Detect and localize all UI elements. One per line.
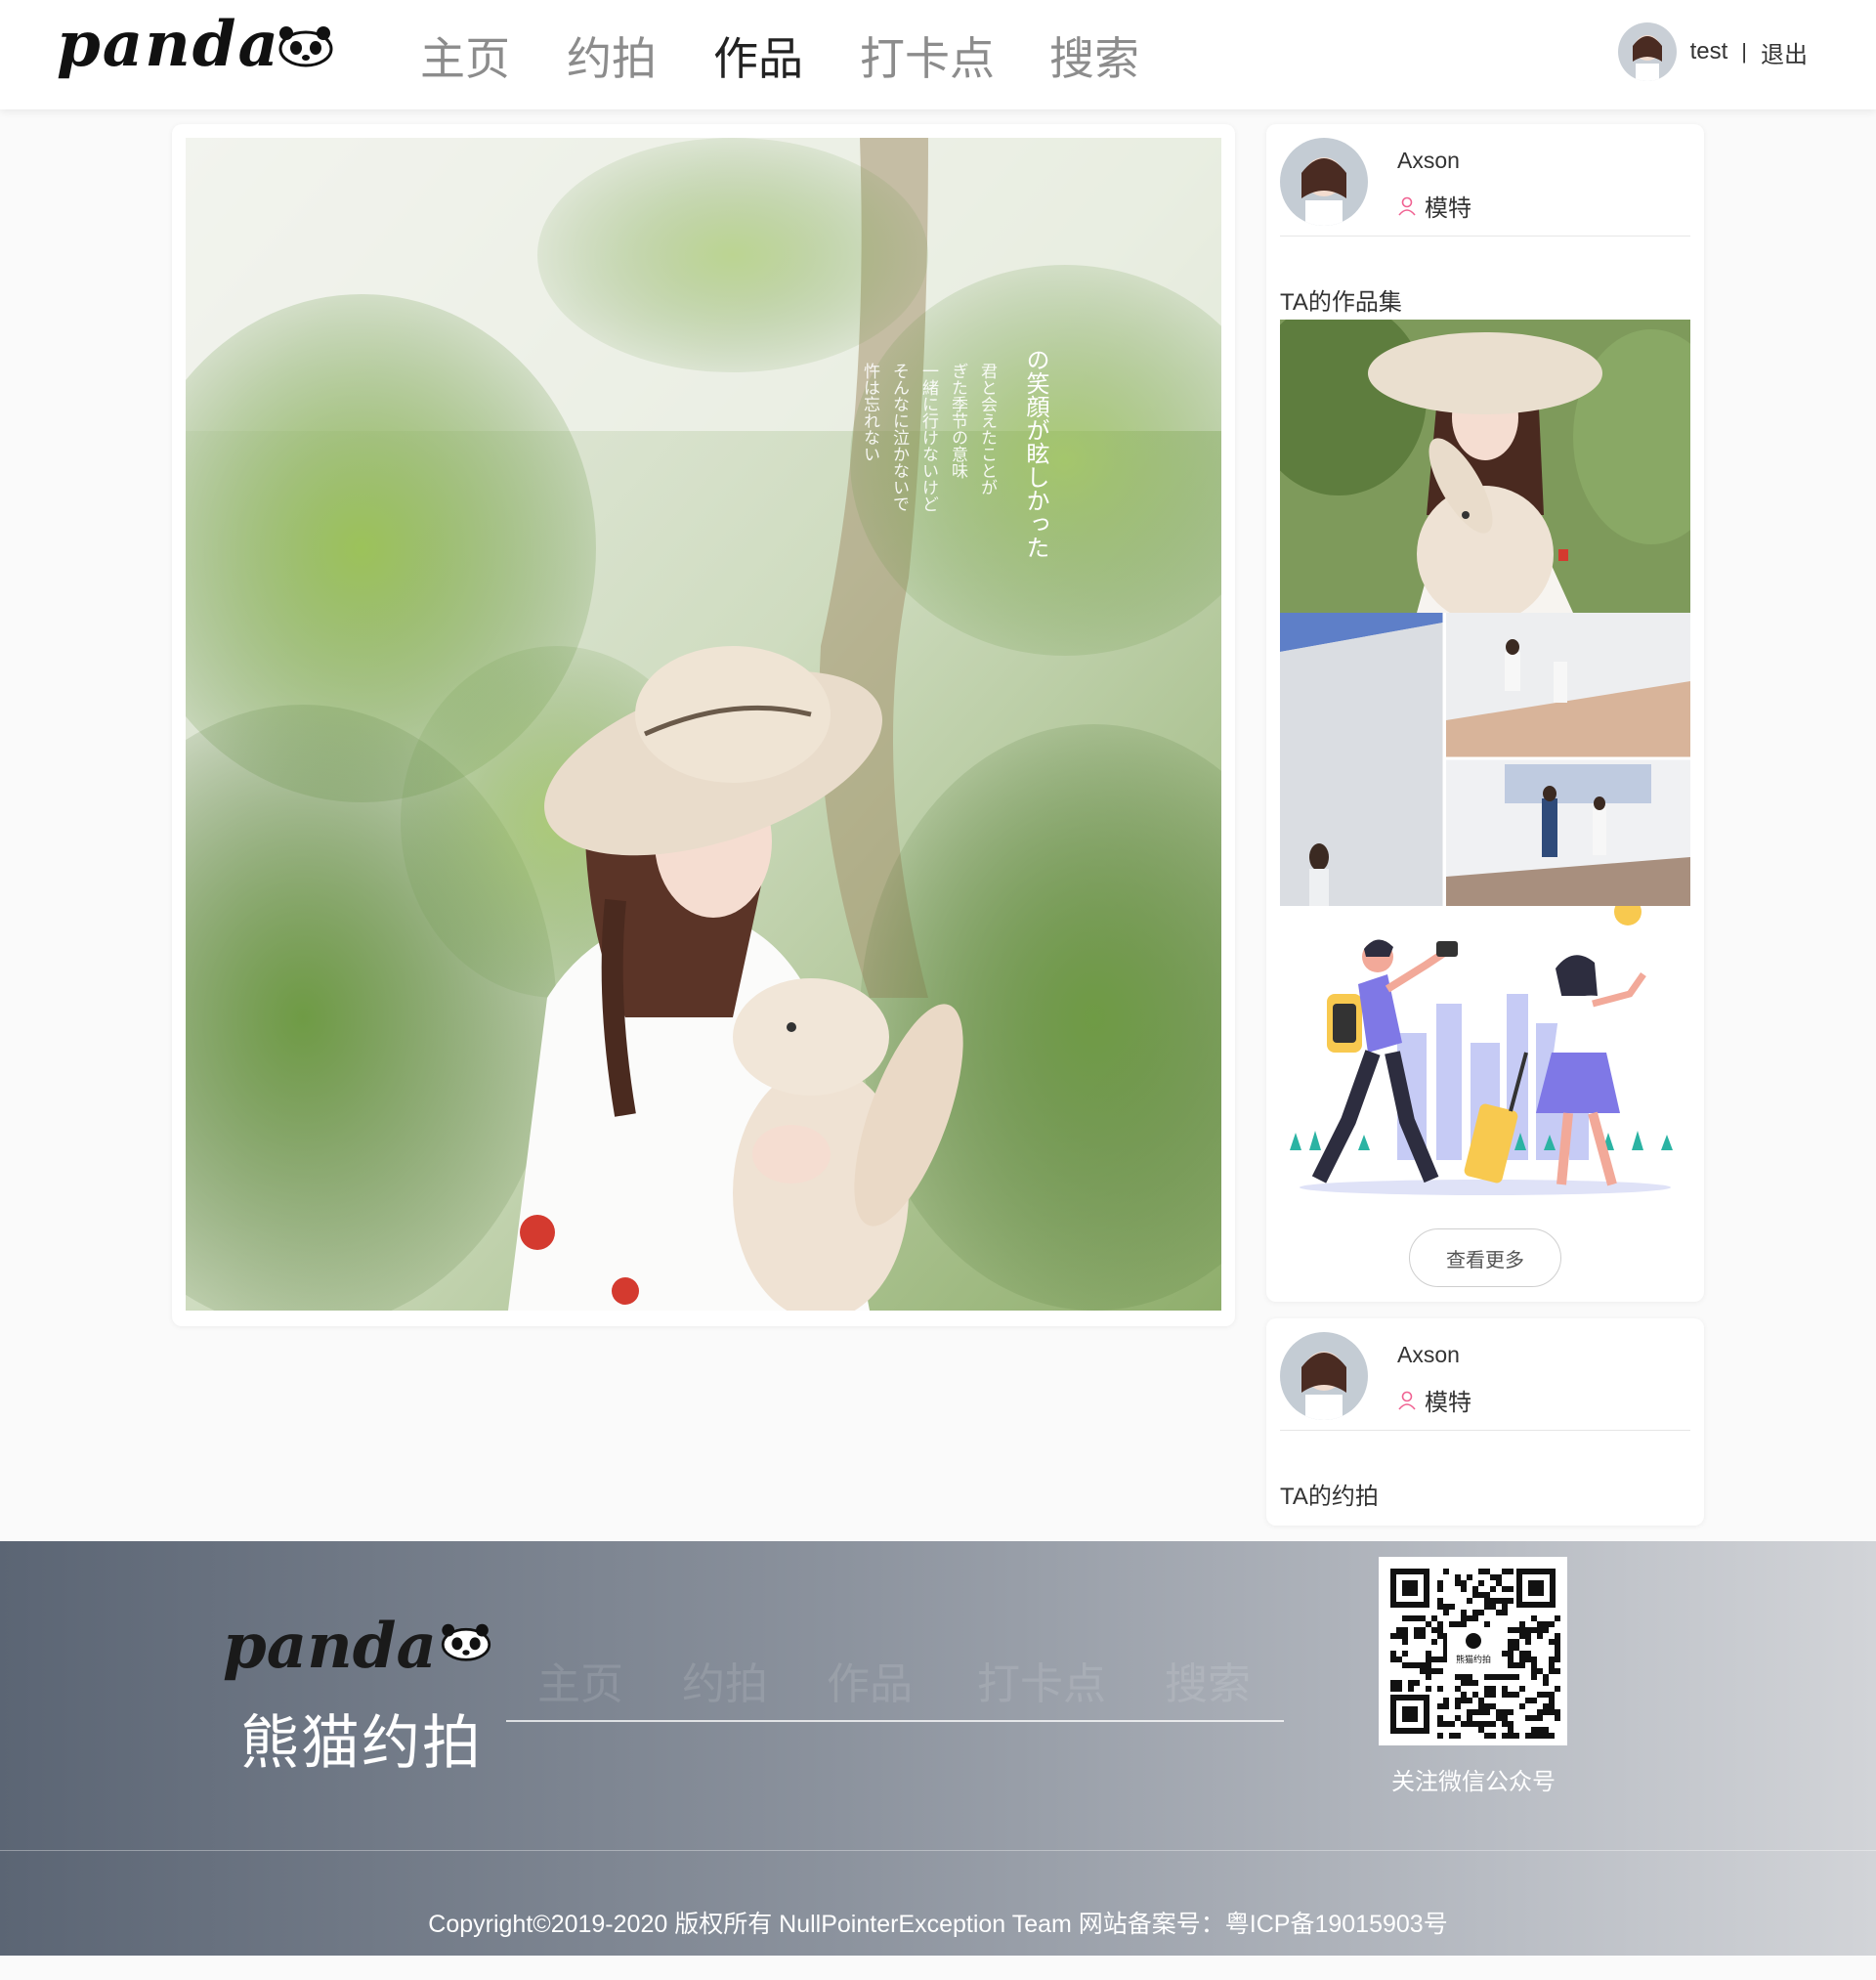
photo-caption-line-2: ぎた季节の意味 <box>948 363 968 479</box>
footer-divider-line <box>506 1720 1284 1722</box>
work-photo: 君と会えたことが ぎた季节の意味 一緒に行けないけど そんなに泣かないで 忤は忘… <box>186 138 1221 1311</box>
username-link[interactable]: test <box>1690 38 1728 65</box>
user-separator: | <box>1741 39 1747 64</box>
footer-nav-works[interactable]: 作品 <box>827 1649 913 1711</box>
nav-home[interactable]: 主页 <box>420 23 510 88</box>
portfolio-title: TA的作品集 <box>1280 289 1402 316</box>
site-logo[interactable]: panda <box>57 8 340 96</box>
photo-title-vertical: の笑顔が眩しかった <box>1022 348 1049 559</box>
view-more-button[interactable]: 查看更多 <box>1409 1228 1561 1287</box>
nav-checkin-spots[interactable]: 打卡点 <box>860 23 995 88</box>
nav-works[interactable]: 作品 <box>713 23 803 88</box>
portfolio-thumb-2[interactable] <box>1280 613 1690 906</box>
author-works-card: Axson 模特 TA的作品集 查看更多 <box>1266 124 1704 1302</box>
portfolio-grid <box>1280 613 1690 906</box>
footer-panda-icon <box>441 1623 491 1661</box>
logout-link[interactable]: 退出 <box>1761 35 1808 69</box>
author-appointments-card: Axson 模特 TA的约拍 <box>1266 1318 1704 1526</box>
copyright-text: Copyright©2019-2020 版权所有 NullPointerExce… <box>428 1911 1448 1938</box>
qr-center-label: 熊猫约拍 <box>1456 1654 1491 1665</box>
author-role: 模特 <box>1397 189 1471 223</box>
wechat-qr-code: 熊猫约拍 <box>1379 1557 1567 1745</box>
footer-nav-search[interactable]: 搜索 <box>1165 1649 1251 1711</box>
portfolio-thumb-1[interactable] <box>1280 320 1690 613</box>
footer-nav-appointments[interactable]: 约拍 <box>682 1649 768 1711</box>
logo-text: panda <box>57 8 280 81</box>
author-avatar-2[interactable] <box>1280 1332 1368 1420</box>
author-name[interactable]: Axson <box>1397 148 1460 174</box>
user-menu: test | 退出 <box>1617 18 1808 86</box>
author-name-2[interactable]: Axson <box>1397 1342 1460 1368</box>
author-role-2: 模特 <box>1397 1383 1471 1417</box>
author-role-label-2: 模特 <box>1425 1390 1471 1416</box>
nav-search[interactable]: 搜索 <box>1049 23 1139 88</box>
top-header: panda 主页 约拍 作品 打卡点 搜索 test | 退出 <box>0 0 1876 109</box>
nav-appointments[interactable]: 约拍 <box>567 23 657 88</box>
user-icon <box>1398 1391 1416 1410</box>
footer-logo-text: panda <box>223 1610 437 1683</box>
author-avatar[interactable] <box>1280 138 1368 226</box>
author-info-2: Axson 模特 <box>1280 1332 1690 1431</box>
user-avatar[interactable] <box>1617 22 1677 81</box>
qr-caption: 关注微信公众号 <box>1391 1769 1556 1795</box>
photo-caption-line-4: そんなに泣かないで <box>889 363 910 512</box>
footer-nav-home[interactable]: 主页 <box>537 1649 623 1711</box>
photo-caption-line-3: 一緒に行けないけど <box>918 363 939 512</box>
footer-divider <box>0 1850 1876 1851</box>
photo-caption-line-1: 君と会えたことが <box>977 363 998 495</box>
travel-illustration <box>1280 898 1690 1219</box>
author-role-label: 模特 <box>1425 195 1471 222</box>
photo-caption-line-5: 忤は忘れない <box>860 363 880 462</box>
appointments-title: TA的约拍 <box>1280 1484 1379 1510</box>
author-info: Axson 模特 <box>1280 138 1690 237</box>
panda-icon <box>278 26 333 67</box>
work-detail-card: 君と会えたことが ぎた季节の意味 一緒に行けないけど そんなに泣かないで 忤は忘… <box>172 124 1235 1326</box>
footer-brand: 熊猫约拍 <box>240 1710 483 1776</box>
site-footer: panda 熊猫约拍 主页 约拍 作品 打卡点 搜索 熊猫约拍 关注微信公众号 … <box>0 1541 1876 1956</box>
user-icon <box>1398 196 1416 216</box>
footer-nav-checkin-spots[interactable]: 打卡点 <box>977 1649 1106 1711</box>
